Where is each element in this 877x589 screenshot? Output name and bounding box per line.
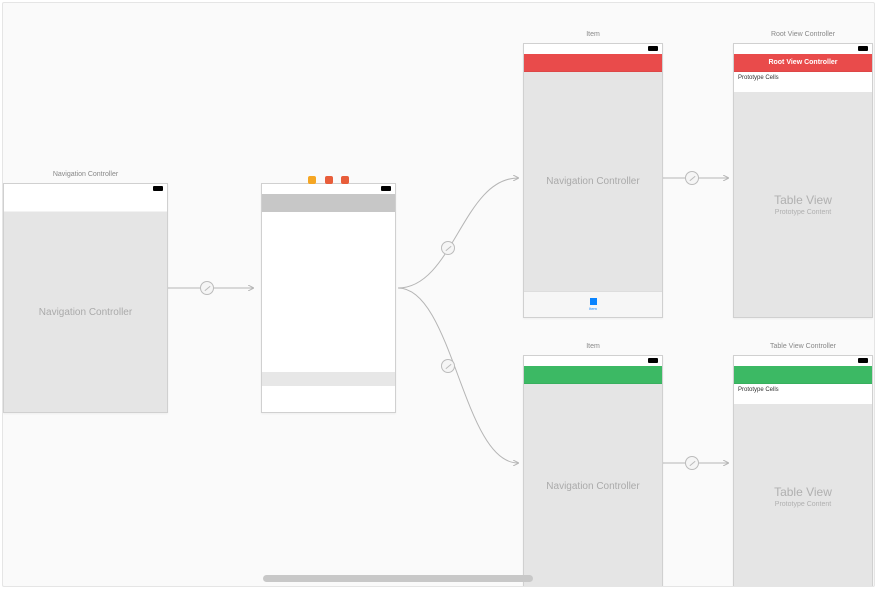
top-bar-placeholder bbox=[262, 194, 395, 212]
tab-bar[interactable]: Item bbox=[524, 291, 662, 317]
status-bar bbox=[734, 356, 872, 366]
table-view-body[interactable]: Table View Prototype Content bbox=[734, 92, 872, 317]
tab-item-label[interactable]: Item bbox=[589, 306, 597, 311]
scene-nav-controller-1[interactable]: Navigation Controller Navigation Control… bbox=[3, 183, 168, 413]
battery-icon bbox=[858, 358, 868, 363]
prototype-cell-row[interactable]: Prototype Cells bbox=[734, 384, 872, 404]
table-view-title: Table View bbox=[774, 485, 832, 499]
segue-icon[interactable] bbox=[441, 359, 455, 373]
status-bar bbox=[262, 184, 395, 194]
table-view-subtitle: Prototype Content bbox=[775, 501, 831, 508]
nav-bar-red bbox=[524, 54, 662, 72]
status-bar bbox=[734, 44, 872, 54]
nav-bar-green bbox=[734, 366, 872, 384]
scene-title: Root View Controller bbox=[734, 31, 872, 38]
prototype-cells-label: Prototype Cells bbox=[738, 75, 779, 81]
segue-icon[interactable] bbox=[685, 456, 699, 470]
table-view-title: Table View bbox=[774, 193, 832, 207]
placeholder-label: Navigation Controller bbox=[546, 176, 639, 187]
scene-table-view-green[interactable]: Table View Controller Prototype Cells Ta… bbox=[733, 355, 873, 587]
scene-nav-controller-green[interactable]: Item Navigation Controller bbox=[523, 355, 663, 587]
status-bar bbox=[524, 44, 662, 54]
nav-bar-green bbox=[524, 366, 662, 384]
prototype-cell-row[interactable]: Prototype Cells bbox=[734, 72, 872, 92]
storyboard-ref-icon bbox=[341, 176, 349, 184]
nav-bar bbox=[4, 194, 167, 212]
scene-title: Item bbox=[524, 31, 662, 38]
nav-content-placeholder: Navigation Controller bbox=[4, 212, 167, 412]
tab-item-icon[interactable] bbox=[590, 298, 597, 305]
battery-icon bbox=[381, 186, 391, 191]
segue-icon[interactable] bbox=[685, 171, 699, 185]
scene-tab-controller[interactable] bbox=[261, 183, 396, 413]
content-area bbox=[262, 212, 395, 386]
segue-icon[interactable] bbox=[200, 281, 214, 295]
battery-icon bbox=[858, 46, 868, 51]
scene-nav-controller-red[interactable]: Item Navigation Controller Item bbox=[523, 43, 663, 318]
nav-content-placeholder: Navigation Controller bbox=[524, 384, 662, 587]
prototype-cells-label: Prototype Cells bbox=[738, 387, 779, 393]
scene-title: Table View Controller bbox=[734, 343, 872, 350]
status-bar bbox=[524, 356, 662, 366]
placeholder-label: Navigation Controller bbox=[546, 481, 639, 492]
nav-bar-red: Root View Controller bbox=[734, 54, 872, 72]
placeholder-label: Navigation Controller bbox=[39, 307, 132, 318]
status-bar bbox=[4, 184, 167, 194]
bottom-strip bbox=[262, 372, 395, 386]
scene-title: Navigation Controller bbox=[4, 171, 167, 178]
nav-title: Root View Controller bbox=[768, 59, 837, 66]
segue-icon[interactable] bbox=[441, 241, 455, 255]
scene-title: Item bbox=[524, 343, 662, 350]
table-view-body[interactable]: Table View Prototype Content bbox=[734, 404, 872, 587]
table-view-subtitle: Prototype Content bbox=[775, 209, 831, 216]
battery-icon bbox=[153, 186, 163, 191]
exit-icon bbox=[325, 176, 333, 184]
nav-content-placeholder: Navigation Controller bbox=[524, 72, 662, 291]
battery-icon bbox=[648, 46, 658, 51]
storyboard-canvas[interactable]: Navigation Controller Navigation Control… bbox=[2, 2, 875, 587]
first-responder-icon bbox=[308, 176, 316, 184]
scene-root-view-red[interactable]: Root View Controller Root View Controlle… bbox=[733, 43, 873, 318]
battery-icon bbox=[648, 358, 658, 363]
horizontal-scrollbar[interactable] bbox=[263, 575, 533, 582]
